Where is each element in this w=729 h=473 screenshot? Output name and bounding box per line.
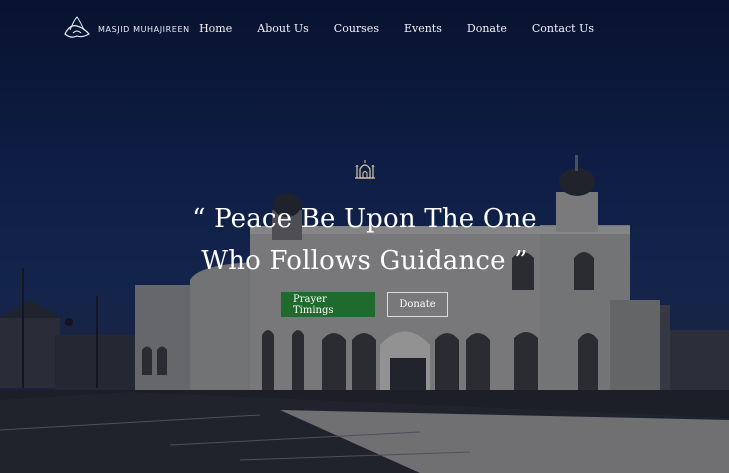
site-logo-text: MASJID MUHAJIREEN <box>98 24 190 34</box>
prayer-timings-button[interactable]: Prayer Timings <box>281 292 375 317</box>
mosque-icon <box>354 157 376 183</box>
donate-button[interactable]: Donate <box>387 292 448 317</box>
hero-quote: “ Peace Be Upon The One Who Follows Guid… <box>0 198 729 282</box>
nav-item-contact-us[interactable]: Contact Us <box>532 22 594 35</box>
top-navigation: MASJID MUHAJIREEN Home About Us Courses … <box>0 0 729 58</box>
nav-item-about-us[interactable]: About Us <box>257 22 309 35</box>
hero-quote-line-2: Who Follows Guidance ” <box>201 246 528 276</box>
hero-buttons: Prayer Timings Donate <box>0 292 729 317</box>
site-logo[interactable]: MASJID MUHAJIREEN <box>62 14 190 44</box>
calligraphy-logo-icon <box>62 14 92 44</box>
nav-item-courses[interactable]: Courses <box>334 22 379 35</box>
hero-quote-line-1: “ Peace Be Upon The One <box>192 204 537 234</box>
main-menu: Home About Us Courses Events Donate Cont… <box>199 22 594 35</box>
hero-section: MASJID MUHAJIREEN Home About Us Courses … <box>0 0 729 473</box>
nav-item-home[interactable]: Home <box>199 22 232 35</box>
nav-item-donate[interactable]: Donate <box>467 22 507 35</box>
nav-item-events[interactable]: Events <box>404 22 442 35</box>
